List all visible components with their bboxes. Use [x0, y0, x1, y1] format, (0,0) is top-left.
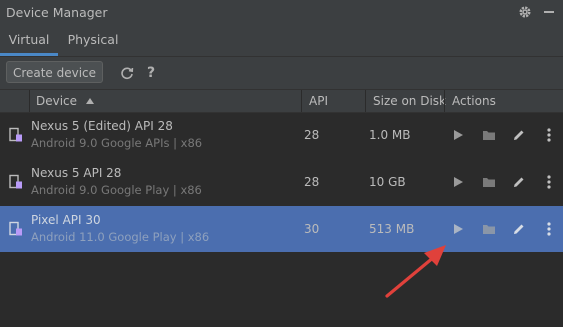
table-row[interactable]: Nexus 5 (Edited) API 28 Android 9.0 Goog… [0, 112, 563, 158]
folder-icon[interactable] [480, 220, 498, 238]
window-title: Device Manager [6, 4, 108, 20]
tab-physical[interactable]: Physical [62, 24, 124, 56]
more-icon[interactable] [540, 126, 558, 144]
minimize-icon[interactable] [541, 4, 557, 20]
gear-icon[interactable] [517, 4, 533, 20]
help-icon[interactable]: ? [143, 65, 159, 81]
create-device-button[interactable]: Create device [6, 61, 103, 83]
api-level: 30 [304, 222, 320, 236]
size-on-disk: 513 MB [369, 222, 415, 236]
header-actions: Actions [452, 94, 496, 108]
tab-bar: Virtual Physical [0, 24, 563, 57]
device-icon [9, 127, 22, 142]
table-row[interactable]: Nexus 5 API 28 Android 9.0 Google Play |… [0, 159, 563, 205]
edit-icon[interactable] [510, 173, 528, 191]
device-name: Nexus 5 (Edited) API 28 [31, 119, 173, 133]
api-level: 28 [304, 175, 320, 189]
device-subtitle: Android 9.0 Google APIs | x86 [31, 136, 203, 150]
edit-icon[interactable] [510, 220, 528, 238]
device-name: Pixel API 30 [31, 213, 101, 227]
sort-ascending-icon [85, 98, 94, 104]
device-icon [9, 174, 22, 189]
tab-virtual[interactable]: Virtual [0, 24, 58, 56]
device-name: Nexus 5 API 28 [31, 166, 122, 180]
device-subtitle: Android 9.0 Google Play | x86 [31, 183, 202, 197]
folder-icon[interactable] [480, 126, 498, 144]
header-api[interactable]: API [309, 90, 328, 112]
size-on-disk: 1.0 MB [369, 128, 411, 142]
edit-icon[interactable] [510, 126, 528, 144]
title-bar: Device Manager [0, 0, 563, 24]
table-row-selected[interactable]: Pixel API 30 Android 11.0 Google Play | … [0, 206, 563, 252]
folder-icon[interactable] [480, 173, 498, 191]
table-header: Device API Size on Disk Actions [0, 89, 563, 113]
play-icon[interactable] [449, 220, 467, 238]
header-device[interactable]: Device [36, 90, 95, 112]
device-icon [9, 221, 22, 236]
more-icon[interactable] [540, 173, 558, 191]
refresh-icon[interactable] [119, 65, 135, 81]
play-icon[interactable] [449, 173, 467, 191]
play-icon[interactable] [449, 126, 467, 144]
header-device-label: Device [36, 94, 78, 108]
size-on-disk: 10 GB [369, 175, 406, 189]
device-subtitle: Android 11.0 Google Play | x86 [31, 230, 210, 244]
api-level: 28 [304, 128, 320, 142]
toolbar: Create device ? [0, 57, 563, 89]
header-size[interactable]: Size on Disk [373, 90, 446, 112]
more-icon[interactable] [540, 220, 558, 238]
